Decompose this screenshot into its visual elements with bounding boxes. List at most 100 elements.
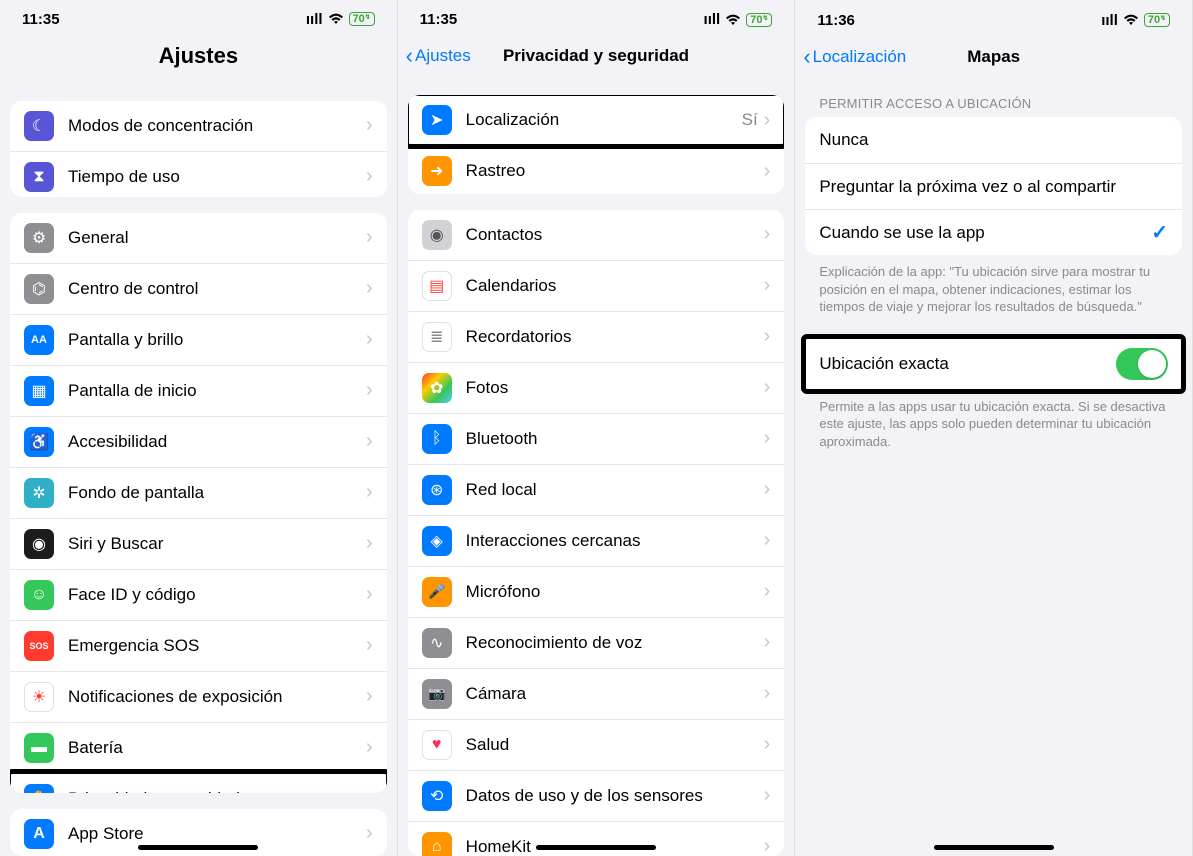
row-speech[interactable]: Reconocimiento de voz ›: [408, 617, 785, 668]
row-calendars[interactable]: Calendarios ›: [408, 260, 785, 311]
option-never[interactable]: Nunca: [805, 117, 1182, 163]
row-display[interactable]: Pantalla y brillo ›: [10, 314, 387, 365]
status-bar: 11:36 ııll 70↯: [795, 0, 1192, 36]
chevron-right-icon: ›: [764, 109, 771, 132]
bluetooth-icon: [422, 424, 452, 454]
nav-header: ‹ Ajustes Privacidad y seguridad: [398, 35, 795, 79]
home-indicator[interactable]: [536, 845, 656, 850]
row-reminders[interactable]: Recordatorios ›: [408, 311, 785, 362]
nav-header: ‹ Localización Mapas: [795, 36, 1192, 80]
row-privacy[interactable]: Privacidad y seguridad ›: [10, 773, 387, 793]
status-time: 11:36: [817, 12, 855, 29]
settings-group-general: General › Centro de control › Pantalla y…: [10, 213, 387, 793]
back-label: Ajustes: [415, 46, 471, 66]
calendar-icon: [422, 271, 452, 301]
row-face-id[interactable]: Face ID y código ›: [10, 569, 387, 620]
status-time: 11:35: [420, 11, 458, 28]
row-sensor-data[interactable]: Datos de uso y de los sensores ›: [408, 770, 785, 821]
chevron-right-icon: ›: [366, 430, 373, 453]
chevron-right-icon: ›: [764, 682, 771, 705]
accessibility-icon: [24, 427, 54, 457]
back-button[interactable]: ‹ Localización: [803, 46, 906, 68]
back-label: Localización: [813, 47, 907, 67]
chevron-right-icon: ›: [366, 226, 373, 249]
chevron-right-icon: ›: [366, 481, 373, 504]
precise-location-toggle[interactable]: [1116, 348, 1168, 380]
chevron-right-icon: ›: [764, 325, 771, 348]
moon-icon: [24, 111, 54, 141]
page-title: Ajustes: [0, 35, 397, 85]
location-icon: [422, 105, 452, 135]
row-photos[interactable]: Fotos ›: [408, 362, 785, 413]
precise-location-footer: Permite a las apps usar tu ubicación exa…: [795, 390, 1192, 451]
wallpaper-icon: [24, 478, 54, 508]
row-screen-time[interactable]: Tiempo de uso ›: [10, 151, 387, 197]
row-battery[interactable]: Batería ›: [10, 722, 387, 773]
status-bar: 11:35 ııll 70↯: [398, 0, 795, 35]
row-health[interactable]: Salud ›: [408, 719, 785, 770]
row-wallpaper[interactable]: Fondo de pantalla ›: [10, 467, 387, 518]
grid-icon: [24, 376, 54, 406]
option-ask-next-time[interactable]: Preguntar la próxima vez o al compartir: [805, 163, 1182, 209]
chevron-right-icon: ›: [764, 580, 771, 603]
row-local-network[interactable]: Red local ›: [408, 464, 785, 515]
option-while-using[interactable]: Cuando se use la app ✓: [805, 209, 1182, 255]
faceid-icon: [24, 580, 54, 610]
row-accessibility[interactable]: Accesibilidad ›: [10, 416, 387, 467]
precise-location-section: Ubicación exacta: [805, 338, 1182, 390]
chevron-right-icon: ›: [764, 784, 771, 807]
wifi-icon: [725, 14, 741, 26]
row-location[interactable]: Localización Sí ›: [408, 95, 785, 145]
signal-icon: ııll: [704, 11, 721, 28]
sensor-icon: [422, 781, 452, 811]
status-icons: ııll 70↯: [1101, 12, 1170, 29]
signal-icon: ııll: [306, 11, 323, 28]
home-indicator[interactable]: [934, 845, 1054, 850]
row-microphone[interactable]: Micrófono ›: [408, 566, 785, 617]
status-bar: 11:35 ııll 70↯: [0, 0, 397, 35]
row-home-screen[interactable]: Pantalla de inicio ›: [10, 365, 387, 416]
sos-icon: [24, 631, 54, 661]
contacts-icon: [422, 220, 452, 250]
row-siri[interactable]: Siri y Buscar ›: [10, 518, 387, 569]
appstore-icon: [24, 819, 54, 849]
chevron-right-icon: ›: [366, 634, 373, 657]
chevron-right-icon: ›: [366, 379, 373, 402]
row-camera[interactable]: Cámara ›: [408, 668, 785, 719]
row-bluetooth[interactable]: Bluetooth ›: [408, 413, 785, 464]
app-explanation: Explicación de la app: "Tu ubicación sir…: [795, 255, 1192, 316]
row-homekit[interactable]: HomeKit ›: [408, 821, 785, 856]
chevron-right-icon: ›: [366, 583, 373, 606]
row-sos[interactable]: Emergencia SOS ›: [10, 620, 387, 671]
chevron-right-icon: ›: [764, 835, 771, 856]
hand-icon: [24, 784, 54, 793]
photos-icon: [422, 373, 452, 403]
back-button[interactable]: ‹ Ajustes: [406, 45, 471, 67]
row-contacts[interactable]: Contactos ›: [408, 210, 785, 260]
page-title: Mapas: [967, 47, 1020, 67]
chevron-right-icon: ›: [366, 114, 373, 137]
location-access-options: Nunca Preguntar la próxima vez o al comp…: [805, 117, 1182, 255]
row-precise-location[interactable]: Ubicación exacta: [805, 338, 1182, 390]
status-icons: ııll 70↯: [704, 11, 773, 28]
battery-icon: 70↯: [746, 13, 772, 27]
row-value: Sí: [742, 110, 758, 130]
chevron-right-icon: ›: [764, 160, 771, 183]
row-general[interactable]: General ›: [10, 213, 387, 263]
chevron-right-icon: ›: [764, 478, 771, 501]
row-control-center[interactable]: Centro de control ›: [10, 263, 387, 314]
microphone-icon: [422, 577, 452, 607]
chevron-right-icon: ›: [366, 822, 373, 845]
row-nearby[interactable]: Interacciones cercanas ›: [408, 515, 785, 566]
chevron-right-icon: ›: [764, 631, 771, 654]
row-focus-modes[interactable]: Modos de concentración ›: [10, 101, 387, 151]
checkmark-icon: ✓: [1151, 220, 1168, 245]
row-tracking[interactable]: Rastreo ›: [408, 145, 785, 194]
exposure-icon: [24, 682, 54, 712]
row-exposure[interactable]: Notificaciones de exposición ›: [10, 671, 387, 722]
wifi-icon: [1123, 14, 1139, 26]
settings-screen: 11:35 ııll 70↯ Ajustes Modos de concentr…: [0, 0, 398, 856]
home-indicator[interactable]: [138, 845, 258, 850]
chevron-right-icon: ›: [764, 529, 771, 552]
toggles-icon: [24, 274, 54, 304]
